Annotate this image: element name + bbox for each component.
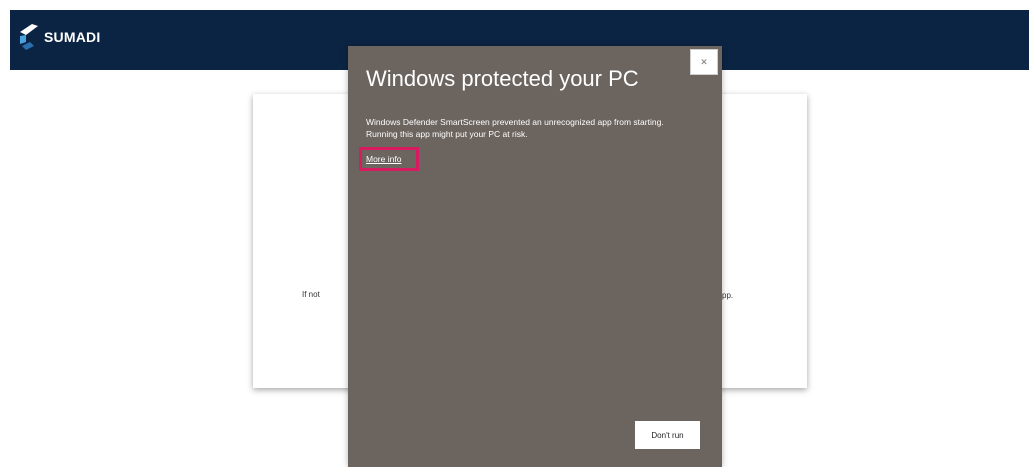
dialog-title: Windows protected your PC <box>366 66 639 91</box>
close-button[interactable]: ✕ <box>690 49 718 75</box>
smartscreen-dialog: ✕ Windows protected your PC Windows Defe… <box>348 46 722 467</box>
more-info-highlight[interactable]: More info <box>359 147 419 171</box>
brand-logo: SUMADI <box>18 22 100 52</box>
close-icon: ✕ <box>700 56 708 67</box>
dont-run-button[interactable]: Don't run <box>635 421 700 449</box>
screen: SUMADI If not pp. ✕ Windows protected yo… <box>0 0 1029 467</box>
background-text-left: If not <box>302 290 320 299</box>
more-info-link[interactable]: More info <box>366 154 401 164</box>
brand-name: SUMADI <box>44 29 101 45</box>
dialog-message: Windows Defender SmartScreen prevented a… <box>366 117 664 139</box>
sumadi-logo-icon <box>20 24 38 50</box>
background-text-right: pp. <box>722 291 734 300</box>
